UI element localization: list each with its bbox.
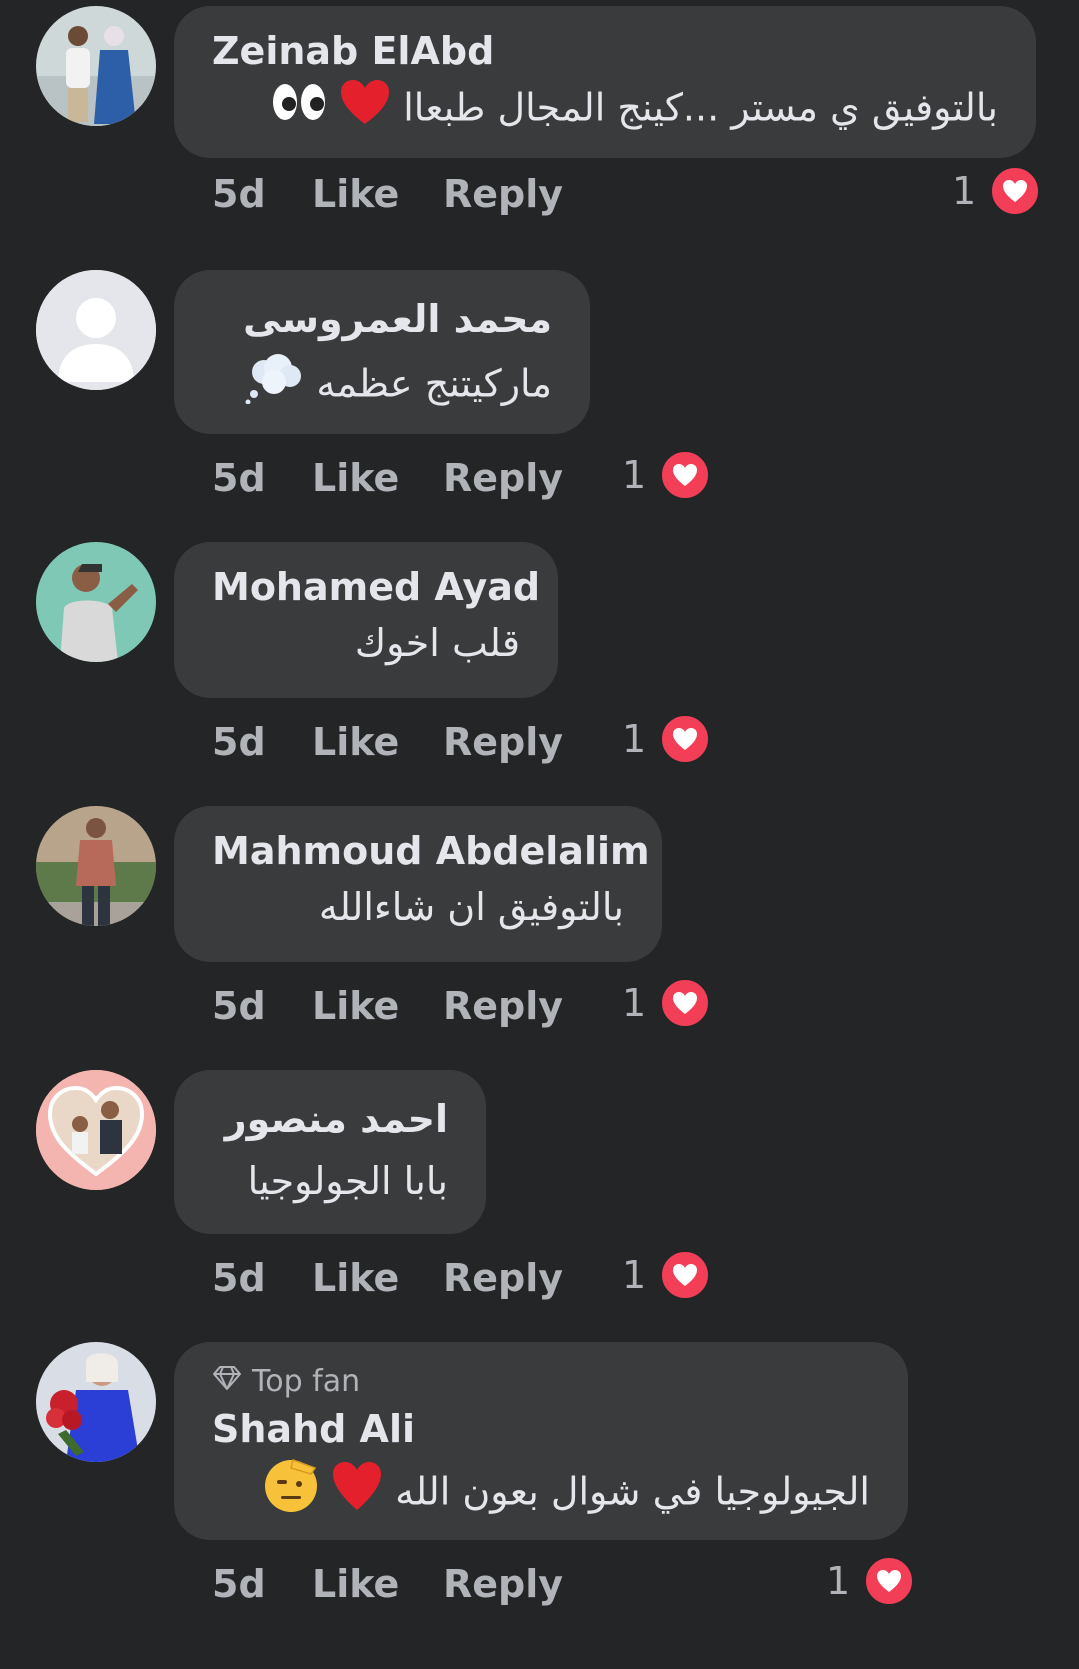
comment-timestamp[interactable]: 5d	[212, 1256, 312, 1300]
like-button[interactable]: Like	[312, 1256, 443, 1300]
comment-text-content: بالتوفيق ي مستر ...كينج المجال طبعاا	[403, 85, 998, 130]
comment-timestamp[interactable]: 5d	[212, 456, 312, 500]
reaction-summary[interactable]: 1	[826, 1556, 915, 1606]
like-button[interactable]: Like	[312, 720, 443, 764]
avatar-photo-icon	[36, 6, 156, 126]
reaction-summary[interactable]: 1	[952, 166, 1041, 216]
comment-bubble: Mahmoud Abdelalim بالتوفيق ان شاءالله	[174, 806, 662, 962]
top-fan-badge: Top fan	[212, 1364, 870, 1400]
comment-actions: 5d Like Reply	[212, 1256, 563, 1300]
love-reaction-icon	[864, 1556, 915, 1606]
like-button[interactable]: Like	[312, 456, 443, 500]
comment-timestamp[interactable]: 5d	[212, 172, 312, 216]
comment-author[interactable]: Mahmoud Abdelalim	[212, 828, 650, 874]
eyes-icon	[271, 80, 327, 140]
avatar[interactable]	[36, 1342, 156, 1462]
reply-button[interactable]: Reply	[443, 1562, 563, 1606]
comment-timestamp[interactable]: 5d	[212, 1562, 312, 1606]
reaction-count: 1	[622, 717, 647, 761]
comment-author[interactable]: Shahd Ali	[212, 1406, 870, 1452]
comment-author[interactable]: Zeinab ElAbd	[212, 28, 998, 74]
comment-author[interactable]: محمد العمروسى	[212, 296, 552, 342]
comment-text: بابا الجولوجيا	[247, 1159, 448, 1203]
comment-text: الجيولوجيا في شوال بعون الله	[212, 1458, 870, 1530]
reply-button[interactable]: Reply	[443, 720, 563, 764]
avatar-photo-icon	[36, 1342, 156, 1462]
comment-actions: 5d Like Reply	[212, 456, 563, 500]
comment-text: قلب اخوك	[354, 621, 520, 665]
avatar[interactable]	[36, 6, 156, 126]
love-reaction-icon	[660, 450, 711, 500]
like-button[interactable]: Like	[312, 1562, 443, 1606]
comment-actions: 5d Like Reply	[212, 172, 563, 216]
comment-bubble: Zeinab ElAbd بالتوفيق ي مستر ...كينج الم…	[174, 6, 1036, 158]
saluting-face-icon	[263, 1458, 319, 1530]
reaction-summary[interactable]: 1	[622, 978, 711, 1028]
love-reaction-icon	[990, 166, 1041, 216]
reaction-count: 1	[622, 1253, 647, 1297]
thought-balloon-icon	[244, 352, 304, 420]
comment-text-content: ماركيتنج عظمه	[316, 361, 552, 406]
avatar-photo-icon	[36, 542, 156, 662]
comment-bubble: محمد العمروسى ماركيتنج عظمه	[174, 270, 590, 434]
avatar-photo-icon	[36, 806, 156, 926]
reply-button[interactable]: Reply	[443, 1256, 563, 1300]
red-heart-icon	[339, 78, 391, 142]
comment-text: بالتوفيق ي مستر ...كينج المجال طبعاا	[212, 78, 998, 142]
reaction-count: 1	[826, 1559, 851, 1603]
avatar[interactable]	[36, 1070, 156, 1190]
top-fan-label: Top fan	[252, 1364, 361, 1399]
comment-text: ماركيتنج عظمه	[212, 352, 552, 420]
comment-text: بالتوفيق ان شاءالله	[318, 885, 624, 929]
comment-text-content: الجيولوجيا في شوال بعون الله	[395, 1469, 870, 1514]
reaction-count: 1	[952, 169, 977, 213]
heart-frame-avatar-icon	[36, 1070, 156, 1190]
like-button[interactable]: Like	[312, 984, 443, 1028]
comment-actions: 5d Like Reply	[212, 720, 563, 764]
reaction-count: 1	[622, 981, 647, 1025]
reply-button[interactable]: Reply	[443, 172, 563, 216]
default-profile-icon	[36, 270, 156, 390]
reaction-summary[interactable]: 1	[622, 1250, 711, 1300]
comment-timestamp[interactable]: 5d	[212, 984, 312, 1028]
comment-actions: 5d Like Reply	[212, 984, 563, 1028]
red-heart-icon	[331, 1460, 383, 1528]
comment-timestamp[interactable]: 5d	[212, 720, 312, 764]
avatar[interactable]	[36, 270, 156, 390]
love-reaction-icon	[660, 714, 711, 764]
comment-author[interactable]: احمد منصور	[212, 1096, 448, 1142]
diamond-icon	[212, 1364, 242, 1400]
love-reaction-icon	[660, 1250, 711, 1300]
comment-bubble: Top fan Shahd Ali الجيولوجيا في شوال بعو…	[174, 1342, 908, 1540]
reply-button[interactable]: Reply	[443, 984, 563, 1028]
avatar[interactable]	[36, 542, 156, 662]
love-reaction-icon	[660, 978, 711, 1028]
comment-bubble: Mohamed Ayad قلب اخوك	[174, 542, 558, 698]
like-button[interactable]: Like	[312, 172, 443, 216]
reply-button[interactable]: Reply	[443, 456, 563, 500]
reaction-summary[interactable]: 1	[622, 714, 711, 764]
reaction-summary[interactable]: 1	[622, 450, 711, 500]
reaction-count: 1	[622, 453, 647, 497]
avatar[interactable]	[36, 806, 156, 926]
comment-author[interactable]: Mohamed Ayad	[212, 564, 540, 610]
comment-bubble: احمد منصور بابا الجولوجيا	[174, 1070, 486, 1234]
comment-actions: 5d Like Reply	[212, 1562, 563, 1606]
